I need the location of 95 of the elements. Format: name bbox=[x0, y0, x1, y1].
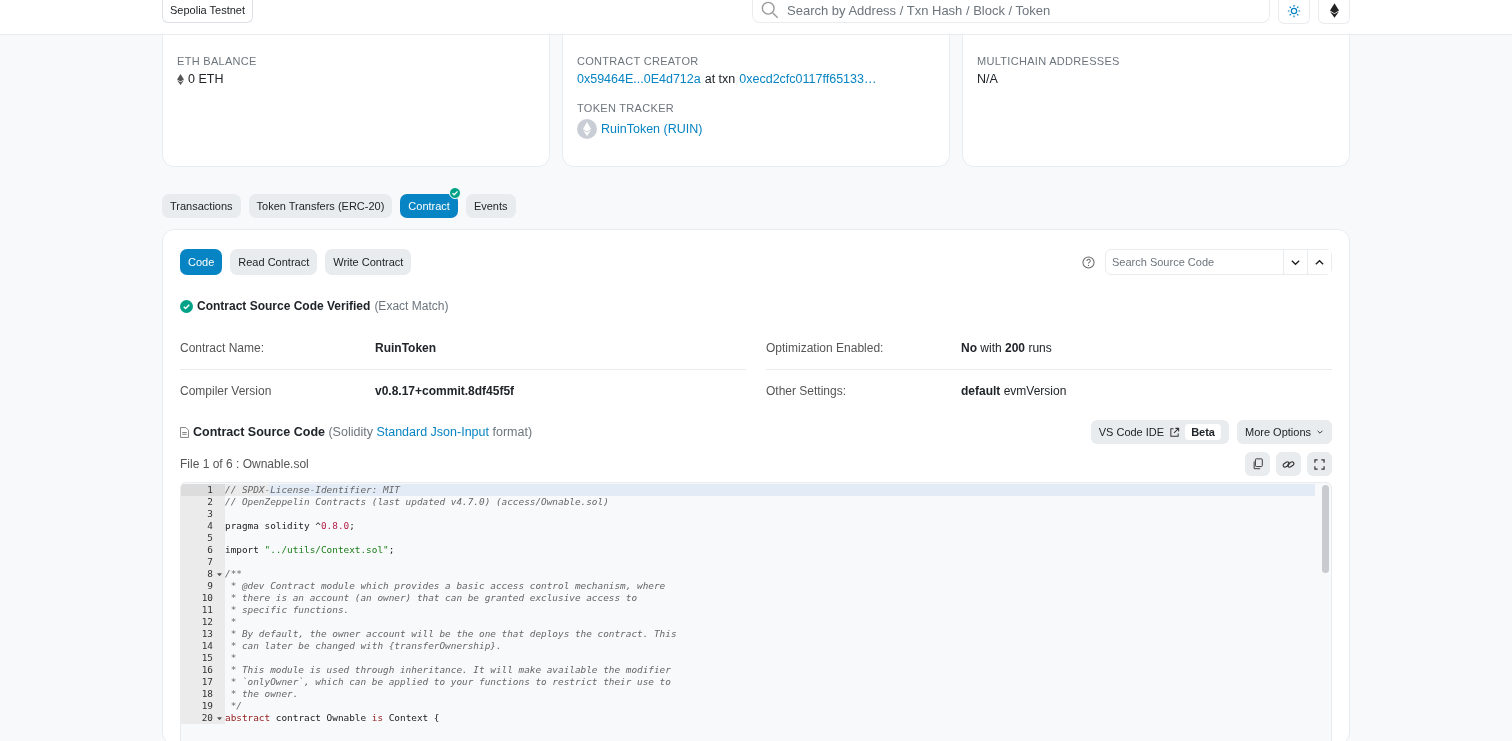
creator-link[interactable]: 0x59464E...0E4d712a bbox=[577, 72, 701, 86]
beta-badge: Beta bbox=[1185, 424, 1221, 440]
code-line: * `onlyOwner`, which can be applied to your functions to restrict their use to bbox=[229, 676, 671, 688]
help-icon bbox=[1082, 255, 1095, 269]
source-title: Contract Source Code (Solidity Standard Json-Input format) bbox=[193, 425, 533, 439]
section-label: ETH BALANCE bbox=[177, 55, 258, 67]
code-line: * This module is used through inheritance. It will make available the modifier bbox=[229, 664, 671, 676]
line-number: 6 bbox=[207, 544, 213, 556]
tab[interactable]: Token Transfers (ERC-20) bbox=[248, 194, 393, 218]
info-label: Other Settings: bbox=[766, 384, 848, 398]
ide-button[interactable]: VS Code IDE Beta bbox=[1090, 420, 1229, 444]
fold-icon[interactable] bbox=[216, 571, 222, 577]
code-line: * specific functions. bbox=[229, 604, 350, 616]
code-line: import "../utils/Context.sol"; bbox=[225, 544, 395, 556]
network-badge: Sepolia Testnet bbox=[162, 0, 254, 23]
code-line: /** bbox=[225, 568, 242, 580]
code-line: * By default, the owner account will be the one that deploys the contract. This bbox=[229, 628, 677, 640]
line-number: 11 bbox=[201, 604, 213, 616]
code-line: * the owner. bbox=[229, 688, 299, 700]
format-link[interactable]: Standard Json-Input bbox=[376, 425, 489, 439]
search-input[interactable]: Search by Address / Txn Hash / Block / Token bbox=[785, 1, 1261, 19]
search-field[interactable]: Search by Address / Txn Hash / Block / Token bbox=[752, 0, 1270, 23]
code-line: // OpenZeppelin Contracts (last updated v4.7.0) (access/Ownable.sol) bbox=[225, 496, 609, 508]
code-line: abstract contract Ownable is Context { bbox=[225, 712, 440, 724]
more-options-button[interactable]: More Options bbox=[1236, 420, 1332, 444]
code-tab[interactable]: Read Contract bbox=[230, 249, 318, 275]
info-value: RuinToken bbox=[375, 341, 438, 355]
caret-icon bbox=[1316, 428, 1324, 436]
line-number: 2 bbox=[207, 496, 213, 508]
line-number: 7 bbox=[207, 556, 213, 568]
code-tab[interactable]: Code bbox=[180, 249, 223, 275]
line-number: 13 bbox=[201, 628, 213, 640]
line-number: 16 bbox=[201, 664, 213, 676]
code-line: * @dev Contract module which provides a basic access control mechanism, where bbox=[229, 580, 666, 592]
line-number: 3 bbox=[207, 508, 213, 520]
fullscreen-button[interactable] bbox=[1307, 452, 1332, 476]
joiner-text: at txn bbox=[704, 72, 736, 86]
line-number: 19 bbox=[201, 700, 213, 712]
line-number: 9 bbox=[207, 580, 213, 592]
line-number: 17 bbox=[201, 676, 213, 688]
info-value: No with 200 runs bbox=[961, 341, 1053, 355]
link-button[interactable] bbox=[1276, 452, 1301, 476]
info-value: v0.8.17+commit.8df45f5f bbox=[375, 384, 516, 398]
source-search-input[interactable]: Search Source Code bbox=[1106, 250, 1283, 274]
line-number: 10 bbox=[201, 592, 213, 604]
token-link[interactable]: RuinToken (RUIN) bbox=[601, 122, 703, 136]
file-label: File 1 of 6 : Ownable.sol bbox=[180, 457, 309, 471]
source-search-field[interactable]: Search Source Code bbox=[1105, 249, 1332, 275]
code-line: */ bbox=[229, 700, 242, 712]
verified-title: Contract Source Code Verified bbox=[197, 299, 371, 313]
info-value: default evmVersion bbox=[961, 384, 1068, 398]
tab[interactable]: Events bbox=[465, 194, 516, 218]
balance-value: 0 ETH bbox=[188, 72, 224, 86]
txn-link[interactable]: 0xecd2cfc0117ff65133… bbox=[739, 72, 877, 86]
copy-icon bbox=[1251, 458, 1264, 470]
line-number: 4 bbox=[207, 520, 213, 532]
tab[interactable]: Contract bbox=[400, 194, 458, 218]
line-number: 12 bbox=[201, 616, 213, 628]
expand-icon bbox=[1314, 458, 1325, 470]
section-label: MULTICHAIN ADDRESSES bbox=[977, 55, 1121, 67]
previous-match-button[interactable] bbox=[1307, 250, 1331, 274]
code-line: * bbox=[229, 616, 237, 628]
file-icon bbox=[180, 426, 189, 438]
ethereum-icon bbox=[177, 73, 184, 85]
line-number: 8 bbox=[207, 568, 213, 580]
verified-check-icon bbox=[180, 299, 193, 313]
code-line: pragma solidity ^0.8.0; bbox=[225, 520, 355, 532]
code-line: * can later be changed with {transferOwnership}. bbox=[229, 640, 502, 652]
network-button[interactable] bbox=[1318, 0, 1350, 24]
code-line: * bbox=[229, 652, 237, 664]
info-label: Optimization Enabled: bbox=[766, 341, 885, 355]
line-number: 14 bbox=[201, 640, 213, 652]
search-icon bbox=[761, 1, 779, 19]
line-number: 15 bbox=[201, 652, 213, 664]
code-tab[interactable]: Write Contract bbox=[325, 249, 412, 275]
copy-button[interactable] bbox=[1245, 452, 1270, 476]
sun-icon bbox=[1287, 3, 1301, 18]
section-label: CONTRACT CREATOR bbox=[577, 55, 700, 67]
info-label: Contract Name: bbox=[180, 341, 266, 355]
verified-note: (Exact Match) bbox=[374, 299, 449, 313]
line-number: 5 bbox=[207, 532, 213, 544]
fold-icon[interactable] bbox=[216, 715, 222, 721]
tab[interactable]: Transactions bbox=[162, 194, 241, 218]
section-label: TOKEN TRACKER bbox=[577, 102, 675, 114]
theme-button[interactable] bbox=[1278, 0, 1310, 24]
line-number: 18 bbox=[201, 688, 213, 700]
scrollbar[interactable] bbox=[1322, 485, 1329, 573]
info-label: Compiler Version bbox=[180, 384, 273, 398]
line-number: 1 bbox=[207, 484, 213, 496]
external-link-icon bbox=[1169, 426, 1181, 438]
ethereum-icon bbox=[1329, 3, 1339, 18]
section-value: N/A bbox=[977, 72, 998, 86]
code-line: * there is an account (an owner) that can be granted exclusive access to bbox=[229, 592, 638, 604]
token-icon bbox=[577, 119, 597, 139]
line-number: 20 bbox=[201, 712, 213, 724]
